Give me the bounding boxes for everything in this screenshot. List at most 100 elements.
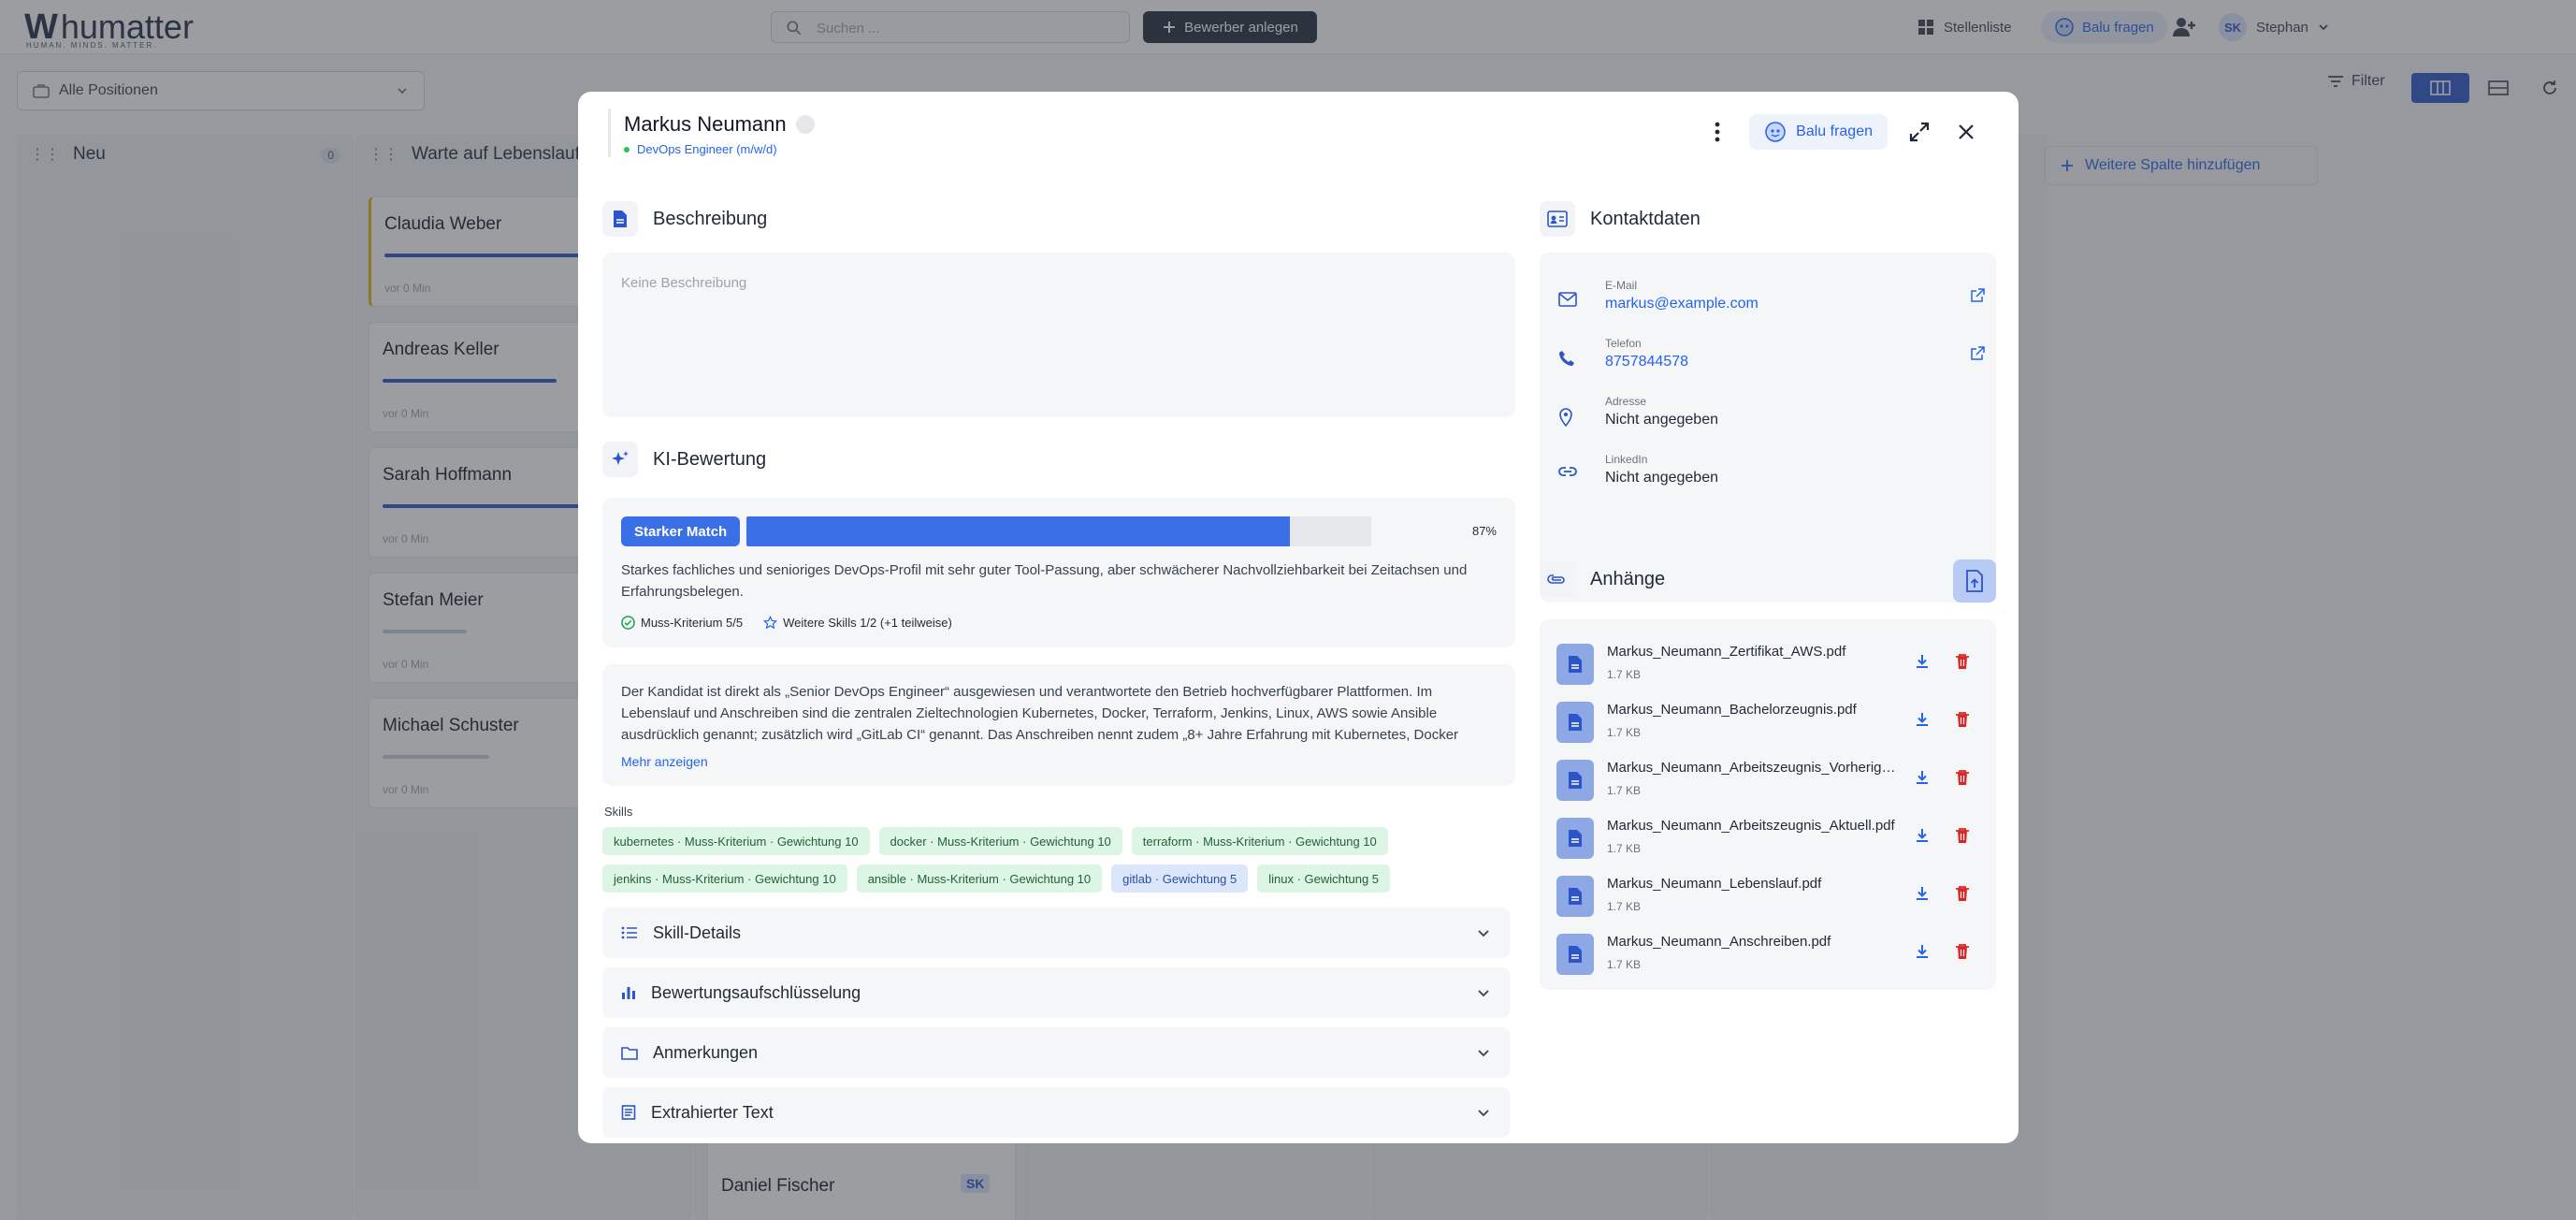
chevron-down-icon [1478, 990, 1489, 997]
applicant-full-name: Markus Neumann [624, 112, 787, 136]
attachment-name: Markus_Neumann_Anschreiben.pdf [1607, 934, 1831, 950]
phone-icon [1559, 351, 1574, 366]
skills-label: Skills [604, 805, 633, 819]
applicant-position[interactable]: DevOps Engineer (m/w/d) [624, 142, 815, 156]
description-box[interactable]: Keine Beschreibung [602, 253, 1515, 417]
status-circle-icon[interactable] [795, 115, 815, 134]
attachment-size: 1.7 KB [1607, 958, 1642, 971]
pdf-file-icon [1556, 934, 1594, 975]
accordion-label: Skill-Details [653, 922, 742, 942]
upload-attachment-button[interactable] [1953, 559, 1996, 603]
expand-icon [1909, 122, 1930, 142]
pdf-file-icon [1556, 702, 1594, 743]
address-label: Adresse [1605, 395, 1647, 408]
more-vertical-icon [1715, 122, 1720, 142]
attachment-item[interactable]: Markus_Neumann_Bachelorzeugnis.pdf 1.7 K… [1556, 696, 1977, 745]
attachment-size: 1.7 KB [1607, 900, 1642, 913]
close-button[interactable] [1951, 117, 1981, 147]
chevron-down-icon [1478, 930, 1489, 937]
accordion-rating-breakdown[interactable]: Bewertungsaufschlüsselung [602, 967, 1510, 1018]
attachment-size: 1.7 KB [1607, 842, 1642, 855]
match-score-fill [746, 516, 1291, 546]
description-section-header: Beschreibung [602, 201, 767, 237]
attachments-title: Anhänge [1590, 568, 1666, 589]
skill-chip: ansible · Muss-Kriterium · Gewichtung 10 [856, 864, 1103, 893]
attachment-item[interactable]: Markus_Neumann_Anschreiben.pdf 1.7 KB [1556, 928, 1977, 977]
attachment-name: Markus_Neumann_Arbeitszeugnis_Aktuell.pd… [1607, 818, 1895, 834]
address-value: Nicht angegeben [1605, 412, 1718, 428]
download-icon[interactable] [1914, 653, 1931, 670]
attachment-name: Markus_Neumann_Arbeitszeugnis_Vorherige.… [1607, 760, 1897, 776]
download-icon[interactable] [1914, 711, 1931, 728]
status-dot-icon [624, 146, 630, 152]
accordion-label: Bewertungsaufschlüsselung [651, 982, 861, 1002]
trash-icon[interactable] [1955, 885, 1970, 902]
chevron-down-icon [1478, 1110, 1489, 1117]
contact-section-header: Kontaktdaten [1540, 201, 1700, 237]
phone-link[interactable]: 8757844578 [1605, 354, 1688, 370]
show-more-link[interactable]: Mehr anzeigen [621, 754, 708, 769]
contact-address: Adresse Nicht angegeben [1558, 395, 1979, 442]
attachment-item[interactable]: Markus_Neumann_Lebenslauf.pdf 1.7 KB [1556, 870, 1977, 919]
external-link-icon[interactable] [1970, 346, 1985, 361]
trash-icon[interactable] [1955, 943, 1970, 960]
expand-button[interactable] [1904, 117, 1934, 147]
ai-rating-title: KI-Bewertung [653, 448, 767, 470]
email-link[interactable]: markus@example.com [1605, 296, 1758, 312]
attachment-name: Markus_Neumann_Zertifikat_AWS.pdf [1607, 644, 1846, 660]
document-icon [621, 1105, 636, 1120]
skill-chip: jenkins · Muss-Kriterium · Gewichtung 10 [602, 864, 847, 893]
accordion-extracted-text[interactable]: Extrahierter Text [602, 1087, 1510, 1138]
further-skills-label: Weitere Skills 1/2 (+1 teilweise) [783, 616, 952, 630]
download-icon[interactable] [1914, 943, 1931, 960]
contact-card-icon [1540, 201, 1575, 237]
further-skills: Weitere Skills 1/2 (+1 teilweise) [763, 616, 952, 630]
attachment-item[interactable]: Markus_Neumann_Arbeitszeugnis_Aktuell.pd… [1556, 812, 1977, 861]
position-label: DevOps Engineer (m/w/d) [637, 142, 777, 156]
skill-chips: kubernetes · Muss-Kriterium · Gewichtung… [602, 827, 1538, 893]
check-circle-icon [621, 616, 635, 630]
trash-icon[interactable] [1955, 769, 1970, 786]
attachment-item[interactable]: Markus_Neumann_Zertifikat_AWS.pdf 1.7 KB [1556, 638, 1977, 687]
modal-header: Markus Neumann DevOps Engineer (m/w/d) [608, 109, 815, 157]
mail-icon [1558, 292, 1577, 307]
contact-phone: Telefon 8757844578 [1558, 337, 1985, 384]
attachments-section-header: Anhänge [1540, 561, 1665, 597]
bar-chart-icon [622, 987, 635, 999]
trash-icon[interactable] [1955, 653, 1970, 670]
phone-label: Telefon [1605, 337, 1642, 350]
linkedin-value: Nicht angegeben [1605, 470, 1718, 486]
trash-icon[interactable] [1955, 711, 1970, 728]
attachment-size: 1.7 KB [1607, 784, 1642, 797]
attachment-name: Markus_Neumann_Bachelorzeugnis.pdf [1607, 702, 1857, 718]
attachment-item[interactable]: Markus_Neumann_Arbeitszeugnis_Vorherige.… [1556, 754, 1977, 803]
ask-balu-button[interactable]: Balu fragen [1749, 114, 1888, 150]
ai-summary-text: Starkes fachliches und senioriges DevOps… [621, 562, 1468, 600]
chevron-down-icon [1478, 1050, 1489, 1057]
attachment-name: Markus_Neumann_Lebenslauf.pdf [1607, 876, 1822, 892]
skill-chip: terraform · Muss-Kriterium · Gewichtung … [1131, 827, 1388, 855]
pdf-file-icon [1556, 644, 1594, 685]
download-icon[interactable] [1914, 769, 1931, 786]
must-criteria: Muss-Kriterium 5/5 [621, 616, 743, 630]
accordion-skill-details[interactable]: Skill-Details [602, 908, 1510, 958]
more-options-button[interactable] [1702, 117, 1732, 147]
ai-rating-section-header: KI-Bewertung [602, 442, 766, 477]
accordion-notes[interactable]: Anmerkungen [602, 1027, 1510, 1078]
list-icon [621, 926, 637, 939]
contact-email: E-Mail markus@example.com [1558, 279, 1985, 326]
trash-icon[interactable] [1955, 827, 1970, 844]
ai-details-text: Der Kandidat ist direkt als „Senior DevO… [621, 684, 1459, 743]
paperclip-icon [1540, 561, 1575, 597]
pdf-file-icon [1556, 876, 1594, 917]
file-upload-icon [1966, 570, 1983, 592]
skill-chip: gitlab · Gewichtung 5 [1111, 864, 1249, 893]
attachment-size: 1.7 KB [1607, 668, 1642, 681]
download-icon[interactable] [1914, 827, 1931, 844]
download-icon[interactable] [1914, 885, 1931, 902]
contact-box: E-Mail markus@example.com Telefon 875784… [1540, 253, 1996, 603]
skill-chip: linux · Gewichtung 5 [1257, 864, 1391, 893]
external-link-icon[interactable] [1970, 288, 1985, 303]
match-score-bar [746, 516, 1371, 546]
balu-icon [1765, 122, 1786, 142]
